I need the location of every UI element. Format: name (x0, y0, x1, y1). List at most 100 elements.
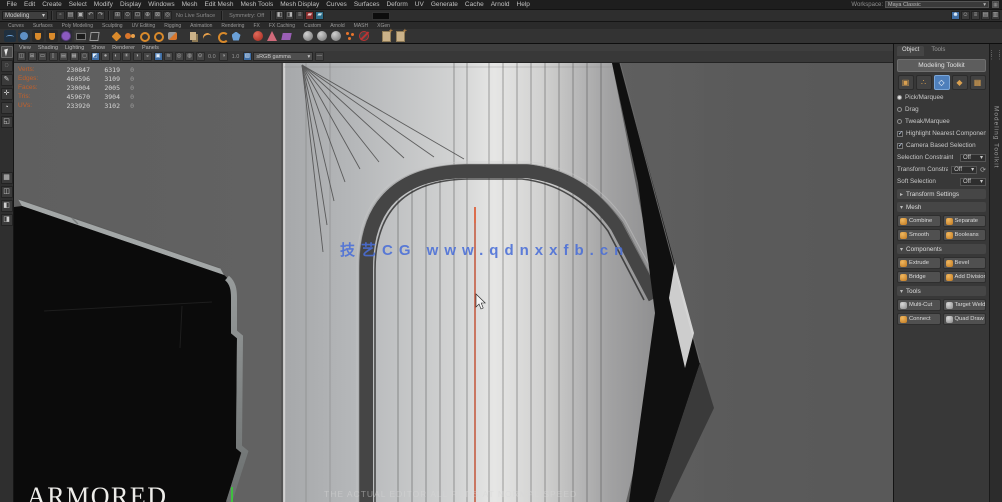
render-icon[interactable]: ◧ (275, 11, 284, 20)
target-weld-button[interactable]: Target Weld (943, 299, 987, 311)
shelf-tab[interactable]: Surfaces (33, 23, 53, 29)
layout-hypershade-icon[interactable]: ◨ (1, 214, 13, 226)
torus-icon[interactable] (138, 30, 150, 42)
film-gate-icon[interactable]: ▭ (38, 52, 47, 61)
multisample-icon[interactable]: ▣ (154, 52, 163, 61)
section-mesh[interactable]: ▾ Mesh (897, 202, 986, 212)
redo-icon[interactable]: ↷ (96, 11, 105, 20)
connect-button[interactable]: Connect (897, 313, 941, 325)
tab-tools[interactable]: Tools (926, 46, 950, 56)
bevel-button[interactable]: Bevel (943, 257, 987, 269)
selection-style-drag[interactable]: Drag (897, 105, 986, 114)
scene-3d[interactable]: Verts: 230847 6319 0 Edges: 460596 3109 … (14, 63, 893, 502)
gate-mask-icon[interactable]: ▤ (59, 52, 68, 61)
exposure-icon[interactable]: ⊙ (196, 52, 205, 61)
isolate-select-icon[interactable]: ◎ (175, 52, 184, 61)
nurbs-torus-icon[interactable] (60, 30, 72, 42)
panel-menu-panels[interactable]: Panels (142, 45, 159, 51)
multi-cut-button[interactable]: Multi-Cut (897, 299, 941, 311)
undo-icon[interactable]: ↶ (86, 11, 95, 20)
menu-windows[interactable]: Windows (145, 0, 178, 9)
menu-edit-mesh[interactable]: Edit Mesh (201, 0, 237, 9)
curve-arc-icon[interactable] (202, 30, 214, 42)
sample-icon[interactable] (46, 30, 58, 42)
transform-constraint-dropdown[interactable]: Off▾ (951, 166, 977, 174)
wireframe-on-shaded-icon[interactable]: ◩ (91, 52, 100, 61)
make-live-icon[interactable]: ◎ (163, 11, 172, 20)
shadows-icon[interactable]: ◑ (133, 52, 142, 61)
menu-modify[interactable]: Modify (90, 0, 116, 9)
attribute-editor-toggle-icon[interactable]: ≡ (971, 11, 980, 20)
color-management-icon[interactable]: ▧ (243, 52, 252, 61)
smooth-button[interactable]: Smooth (897, 229, 941, 241)
minimize-icon[interactable]: — (315, 52, 324, 61)
render-settings-icon[interactable]: ≡ (295, 11, 304, 20)
menu-arnold[interactable]: Arnold (487, 0, 513, 9)
shelf-tab[interactable]: FX Caching (269, 23, 295, 29)
layout-single-icon[interactable]: ▦ (1, 172, 13, 184)
display-layer-blue-icon[interactable]: ▰ (315, 11, 324, 20)
paint-select-tool-icon[interactable]: ✎ (1, 74, 13, 86)
tool-settings-toggle-icon[interactable]: ▤ (981, 11, 990, 20)
add-divisions-button[interactable]: Add Divisions (943, 271, 987, 283)
uv-mode-icon[interactable]: ▦ (970, 75, 986, 90)
toolkit-title-button[interactable]: Modeling Toolkit (897, 59, 986, 72)
numeric-input-field[interactable] (372, 12, 390, 20)
menu-cache[interactable]: Cache (461, 0, 487, 9)
scale-tool-icon[interactable]: ◱ (1, 116, 13, 128)
poly-cone-icon[interactable] (266, 30, 278, 42)
exposure-value[interactable]: 0.0 (206, 54, 218, 60)
platonic-icon[interactable] (230, 30, 242, 42)
channel-box-toggle-icon[interactable]: ▥ (991, 11, 1000, 20)
refresh-icon[interactable]: ⟳ (980, 166, 986, 174)
new-scene-icon[interactable]: ▫ (56, 11, 65, 20)
character-icon[interactable]: ☺ (961, 11, 970, 20)
tab-object[interactable]: Object (897, 46, 924, 56)
duplicate-pages-icon[interactable] (188, 30, 200, 42)
selection-style-tweak-marquee[interactable]: Tweak/Marquee (897, 117, 986, 126)
select-tool-icon[interactable] (1, 46, 13, 58)
menu-curves[interactable]: Curves (323, 0, 351, 9)
xray-icon[interactable]: ◍ (185, 52, 194, 61)
panel-menu-renderer[interactable]: Renderer (112, 45, 135, 51)
layout-four-view-icon[interactable]: ◫ (1, 186, 13, 198)
soft-selection-dropdown[interactable]: Off▾ (960, 178, 986, 186)
textured-icon[interactable]: ◐ (112, 52, 121, 61)
section-transform-settings[interactable]: ▸ Transform Settings (897, 189, 986, 199)
extrude-button[interactable]: Extrude (897, 257, 941, 269)
highlight-nearest-component-checkbox[interactable]: ✓ Highlight Nearest Component (897, 129, 986, 138)
poly-plane-icon[interactable] (280, 30, 292, 42)
snap-curve-icon[interactable]: ⊙ (123, 11, 132, 20)
symmetry-field[interactable]: Symmetry: Off (226, 13, 267, 19)
shelf-tab[interactable]: FX (253, 23, 259, 29)
move-tool-icon[interactable]: ✛ (1, 88, 13, 100)
open-scene-icon[interactable]: ▤ (66, 11, 75, 20)
combine-icon[interactable] (166, 30, 178, 42)
gray-sphere-3-icon[interactable] (330, 30, 342, 42)
shelf-tab[interactable]: Animation (190, 23, 212, 29)
menu-mesh-tools[interactable]: Mesh Tools (237, 0, 277, 9)
section-tools[interactable]: ▾ Tools (897, 286, 986, 296)
live-surface-field[interactable]: No Live Surface (173, 13, 218, 19)
camera-lock-icon[interactable]: ◫ (17, 52, 26, 61)
menu-mesh-display[interactable]: Mesh Display (277, 0, 323, 9)
panel-menu-show[interactable]: Show (91, 45, 105, 51)
booleans-button[interactable]: Booleans (943, 229, 987, 241)
modeling-toolkit-toggle-icon[interactable]: ☻ (951, 11, 960, 20)
shelf-tab[interactable]: Rendering (221, 23, 244, 29)
resolution-gate-icon[interactable]: ▯ (49, 52, 58, 61)
no-render-icon[interactable] (358, 30, 370, 42)
lattice-icon[interactable] (88, 30, 100, 42)
quad-draw-button[interactable]: Quad Draw (943, 313, 987, 325)
menu-generate[interactable]: Generate (427, 0, 461, 9)
menu-surfaces[interactable]: Surfaces (350, 0, 383, 9)
flask-icon[interactable] (32, 30, 44, 42)
ao-icon[interactable]: ◒ (143, 52, 152, 61)
vertical-tab-modeling-toolkit[interactable]: Modeling Toolkit (993, 106, 1000, 169)
shelf-tab[interactable]: Arnold (330, 23, 344, 29)
menu-select[interactable]: Select (65, 0, 90, 9)
workspace-grid-icon[interactable]: ▦ (992, 1, 999, 8)
quad-draw-icon[interactable] (110, 30, 122, 42)
panel-menu-view[interactable]: View (19, 45, 31, 51)
layout-persp-outliner-icon[interactable]: ◧ (1, 200, 13, 212)
